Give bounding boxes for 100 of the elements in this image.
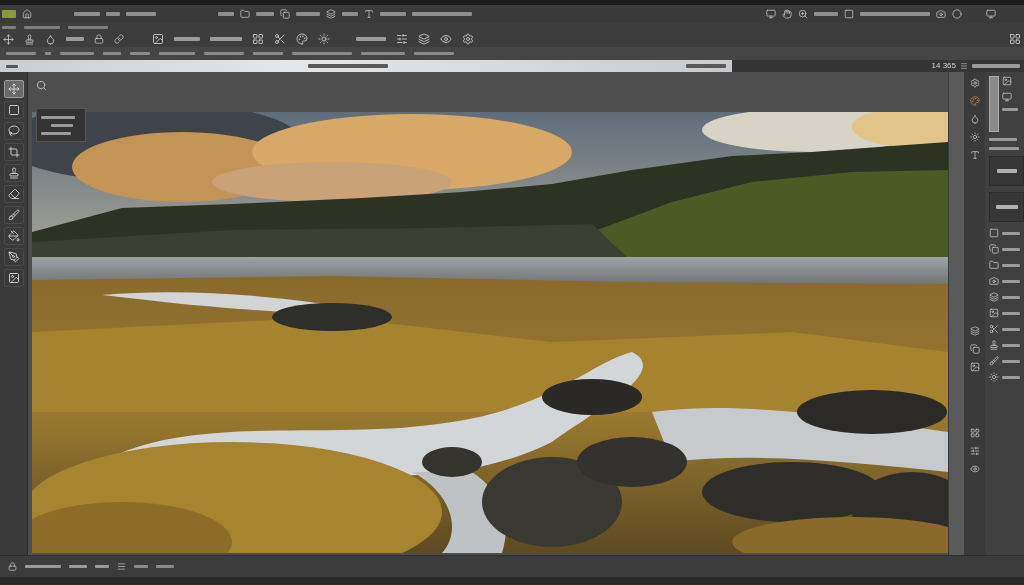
document-tab[interactable] (0, 60, 732, 72)
blurred-text-drawing (860, 12, 930, 16)
layers-icon[interactable] (418, 33, 430, 45)
tool-button[interactable] (3, 269, 24, 287)
sun-icon[interactable] (970, 132, 980, 142)
sliders-icon[interactable] (396, 33, 408, 45)
blurred-text-drawing (1002, 311, 1020, 315)
blurred-text-drawing (204, 52, 244, 55)
stamp-icon[interactable] (989, 340, 999, 350)
hand-icon[interactable] (782, 9, 792, 19)
scissors-icon[interactable] (989, 324, 999, 334)
zoom-in-icon[interactable] (798, 9, 808, 19)
monitor-icon[interactable] (766, 9, 776, 19)
tool-button[interactable] (3, 143, 24, 161)
blurred-text-drawing (1002, 108, 1018, 111)
blurred-text-drawing (218, 12, 234, 16)
lock-icon[interactable] (94, 34, 104, 44)
copy-icon[interactable] (989, 244, 999, 254)
image-icon[interactable] (989, 308, 999, 318)
blurred-text-drawing (2, 25, 16, 29)
tool-button[interactable] (3, 248, 24, 266)
blurred-text-drawing (380, 12, 406, 16)
menu-icon[interactable] (117, 562, 126, 571)
blurred-text-drawing (361, 52, 405, 55)
house-icon[interactable] (22, 9, 32, 19)
settings-icon[interactable] (462, 33, 474, 45)
image-icon[interactable] (1002, 76, 1012, 86)
blurred-text-drawing (74, 12, 100, 16)
blurred-text-drawing (126, 12, 156, 16)
brush-icon (7, 209, 20, 221)
square-icon[interactable] (989, 228, 999, 238)
square-icon[interactable] (844, 9, 854, 19)
blurred-text-drawing (106, 12, 120, 16)
droplet-icon[interactable] (45, 33, 56, 45)
tool-button[interactable] (3, 227, 24, 245)
stamp-icon[interactable] (24, 33, 35, 45)
scissors-icon[interactable] (274, 33, 286, 45)
blurred-text-drawing (1002, 359, 1020, 363)
move-arrows-icon[interactable] (3, 33, 14, 45)
menu-icon[interactable] (960, 62, 968, 70)
grid-icon[interactable] (970, 428, 980, 438)
tool-button[interactable] (3, 122, 24, 140)
palette-icon[interactable] (296, 33, 308, 45)
eye-icon[interactable] (970, 464, 980, 474)
tool-button[interactable] (3, 206, 24, 224)
circle-icon[interactable] (952, 9, 962, 19)
image-icon[interactable] (970, 362, 980, 372)
document-info-text: 14 365 (931, 62, 956, 70)
blurred-text-drawing (68, 25, 108, 29)
layers-icon[interactable] (970, 326, 980, 336)
layers-icon[interactable] (989, 292, 999, 302)
blurred-text-drawing (814, 12, 838, 16)
tool-button[interactable] (3, 101, 24, 119)
lock-icon (8, 562, 17, 571)
eye-icon[interactable] (440, 33, 452, 45)
palette-icon[interactable] (970, 96, 980, 106)
sliders-icon[interactable] (970, 446, 980, 456)
blurred-text-drawing (972, 64, 1020, 68)
copy-icon[interactable] (280, 9, 290, 19)
brush-icon[interactable] (989, 356, 999, 366)
blurred-text-drawing (41, 131, 71, 135)
tool-button[interactable] (3, 185, 24, 203)
blurred-text-drawing (1002, 279, 1020, 283)
tool-button[interactable] (3, 164, 24, 182)
tool-button[interactable] (3, 80, 24, 98)
blurred-text-drawing (24, 25, 60, 29)
blurred-text-drawing (66, 37, 84, 41)
blurred-text-drawing (996, 169, 1017, 173)
blurred-text-drawing (25, 565, 61, 568)
monitor-icon[interactable] (986, 9, 996, 19)
blurred-text-drawing (1002, 231, 1020, 235)
camera-icon[interactable] (936, 9, 946, 19)
lasso-icon (7, 125, 20, 137)
sun-icon[interactable] (318, 33, 330, 45)
link-icon[interactable] (114, 34, 124, 44)
sun-icon[interactable] (989, 372, 999, 382)
camera-icon[interactable] (989, 276, 999, 286)
monitor-icon[interactable] (1002, 92, 1012, 102)
droplet-icon[interactable] (970, 114, 980, 124)
blurred-text-drawing (296, 12, 320, 16)
text-icon[interactable] (364, 9, 374, 19)
blurred-text-drawing (356, 37, 386, 41)
folder-icon[interactable] (989, 260, 999, 270)
pen-nib-icon (7, 251, 20, 263)
search-icon[interactable] (36, 80, 47, 91)
image-icon[interactable] (152, 33, 164, 45)
copy-icon[interactable] (970, 344, 980, 354)
move-arrows-icon (7, 83, 20, 95)
grid-icon[interactable] (252, 33, 264, 45)
folder-icon[interactable] (240, 9, 250, 19)
blurred-text-drawing (174, 37, 200, 41)
stamp-icon (7, 167, 20, 179)
blurred-text-drawing (414, 52, 454, 55)
settings-icon[interactable] (970, 78, 980, 88)
blurred-text-drawing (1002, 247, 1020, 251)
blurred-text-drawing (1002, 327, 1020, 331)
blurred-text-drawing (51, 123, 73, 127)
grid-icon[interactable] (1009, 33, 1021, 45)
layers-icon[interactable] (326, 9, 336, 19)
text-icon[interactable] (970, 150, 980, 160)
